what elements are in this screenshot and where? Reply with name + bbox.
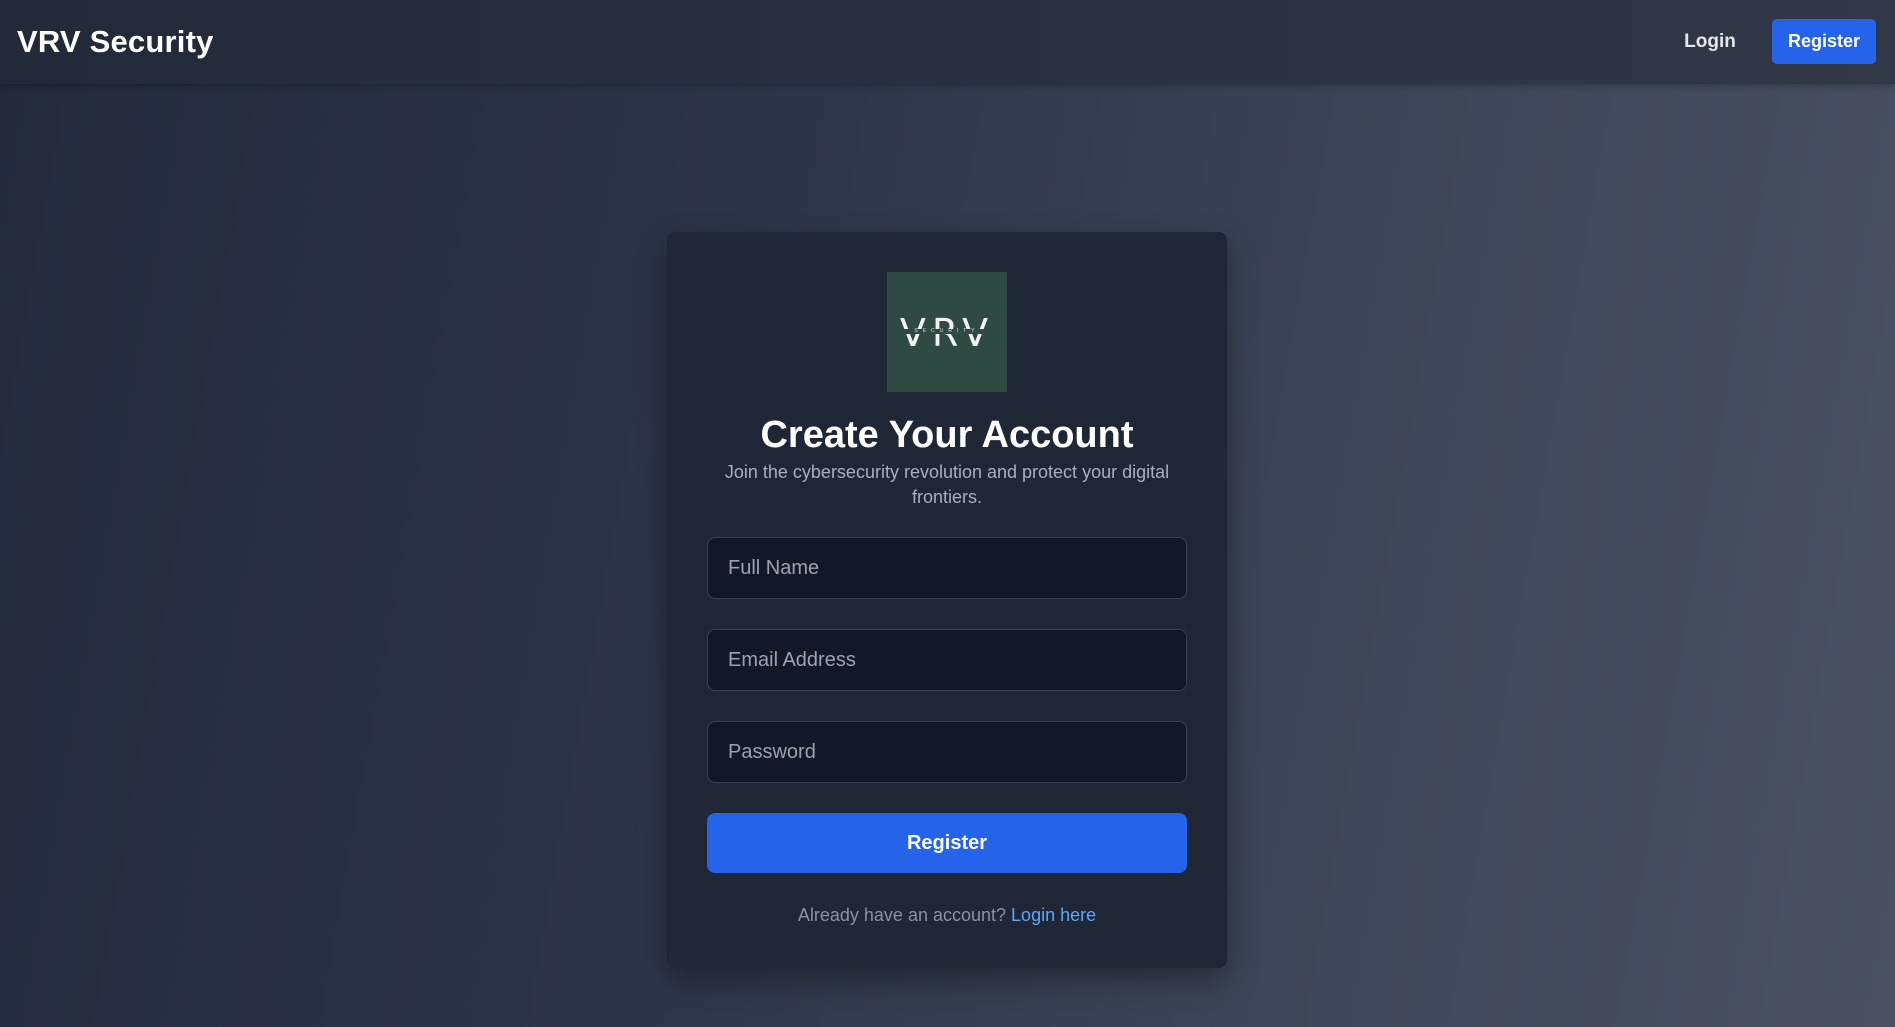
vrv-logo: VRV SECURITY [887, 272, 1007, 392]
login-prompt-text: Already have an account? [797, 905, 1007, 925]
register-submit-button[interactable]: Register [707, 813, 1187, 873]
register-card: VRV SECURITY Create Your Account Join th… [667, 232, 1227, 968]
full-name-input[interactable] [707, 537, 1187, 599]
password-input[interactable] [707, 721, 1187, 783]
email-input[interactable] [707, 629, 1187, 691]
page-subtitle: Join the cybersecurity revolution and pr… [724, 462, 1170, 507]
top-navbar: VRV Security Login Register [0, 0, 1895, 84]
nav-register-button[interactable]: Register [1772, 19, 1876, 64]
logo-subtext: SECURITY [901, 329, 993, 334]
login-prompt: Already have an account? Login here [667, 905, 1227, 926]
login-here-link[interactable]: Login here [1011, 905, 1096, 925]
nav-login-link[interactable]: Login [1668, 20, 1752, 64]
brand-title[interactable]: VRV Security [17, 24, 214, 60]
page-title: Create Your Account [760, 414, 1134, 456]
